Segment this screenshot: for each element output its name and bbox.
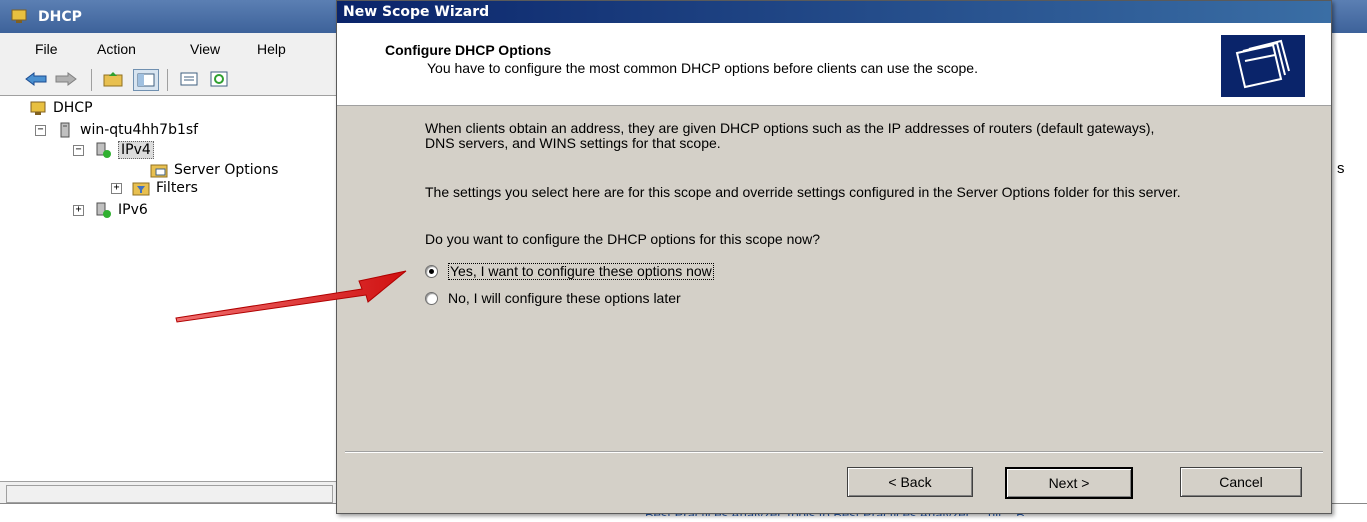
status-panel [6,485,333,503]
console-status-bar [0,481,345,504]
collapse-icon[interactable]: − [35,124,46,136]
console-tree: DHCP − win-qtu4hh7b1sf − IPv4 Server Opt… [0,96,345,481]
tree-label-server-options: Server Options [174,162,279,178]
ipv6-server-icon [96,202,111,218]
page-heading: Configure DHCP Options [385,42,552,58]
expand-icon[interactable]: + [111,182,122,194]
dhcp-app-icon [11,9,27,23]
ipv4-server-icon [96,142,111,158]
tree-label-ipv6: IPv6 [118,202,148,218]
filters-folder-icon [132,182,150,196]
radio-unselected-icon[interactable] [425,292,438,305]
dhcp-icon [30,101,46,115]
wizard-title-bar: New Scope Wizard [337,1,1331,23]
option-yes-label[interactable]: Yes, I want to configure these options n… [448,263,714,280]
option-yes-radio[interactable]: Yes, I want to configure these options n… [425,263,714,280]
tree-item-ipv6[interactable]: + IPv6 [73,200,148,220]
console-title: DHCP [38,9,82,25]
server-options-folder-icon [150,164,168,178]
show-hide-tree-icon[interactable] [133,69,159,91]
new-scope-wizard-dialog: New Scope Wizard Configure DHCP Options … [336,0,1332,514]
radio-selected-icon[interactable] [425,265,438,278]
menu-action[interactable]: Action [97,41,136,57]
menu-file[interactable]: File [35,41,58,57]
back-button[interactable]: < Back [847,467,973,497]
option-no-label[interactable]: No, I will configure these options later [448,291,681,306]
properties-icon[interactable] [177,69,201,89]
toolbar [0,63,345,96]
tree-item-server[interactable]: − win-qtu4hh7b1sf [35,120,198,140]
back-arrow-icon[interactable] [24,69,48,89]
tree-label-ipv4: IPv4 [118,141,154,159]
option-no-radio[interactable]: No, I will configure these options later [425,291,681,306]
tree-item-filters[interactable]: + Filters [111,178,198,198]
forward-arrow-icon[interactable] [54,69,78,89]
details-pane [1330,96,1367,496]
page-subtext: You have to configure the most common DH… [427,60,978,76]
details-pane-text-fragment: s [1337,160,1345,177]
description-paragraph: When clients obtain an address, they are… [425,120,1155,151]
question-text: Do you want to configure the DHCP option… [425,231,821,247]
menu-help[interactable]: Help [257,41,286,57]
expand-icon[interactable]: + [73,204,84,216]
wizard-folders-icon [1221,35,1305,97]
tree-item-dhcp[interactable]: DHCP [29,98,93,118]
override-paragraph: The settings you select here are for thi… [425,184,1181,200]
wizard-header: Configure DHCP Options You have to confi… [337,23,1331,106]
tree-item-ipv4[interactable]: − IPv4 [73,140,154,160]
tree-label-dhcp: DHCP [53,100,93,116]
next-button[interactable]: Next > [1005,467,1133,499]
collapse-icon[interactable]: − [73,144,84,156]
menu-view[interactable]: View [190,41,220,57]
tree-item-server-options[interactable]: Server Options [150,160,278,180]
menu-bar: File Action View Help [0,33,345,63]
tree-label-filters: Filters [156,180,198,196]
up-folder-icon[interactable] [101,69,125,89]
refresh-icon[interactable] [207,69,231,89]
wizard-title: New Scope Wizard [343,4,490,20]
cancel-button[interactable]: Cancel [1180,467,1302,497]
button-separator [345,451,1323,453]
tree-label-server: win-qtu4hh7b1sf [80,122,199,138]
server-icon [60,122,70,138]
